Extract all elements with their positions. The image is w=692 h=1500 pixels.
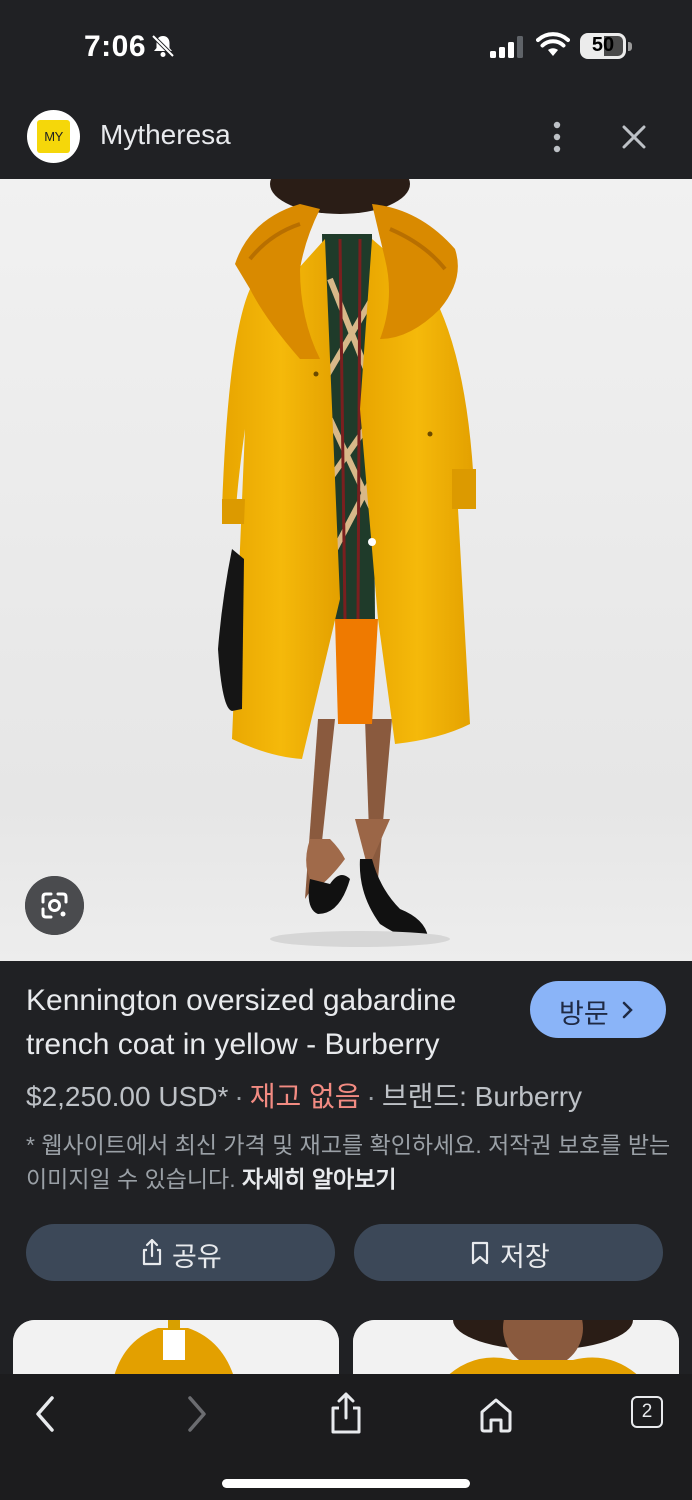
bell-slash-icon [151, 34, 175, 58]
learn-more-link[interactable]: 자세히 알아보기 [242, 1166, 397, 1192]
separator: · [366, 1081, 376, 1112]
site-name[interactable]: Mytheresa [100, 119, 231, 151]
visit-button[interactable]: 방문 [530, 981, 666, 1038]
product-title[interactable]: Kennington oversized gabardine trench co… [26, 979, 516, 1067]
save-button-label: 저장 [500, 1242, 550, 1272]
related-image-2[interactable] [353, 1320, 679, 1380]
chevron-right-icon [622, 1001, 633, 1019]
home-indicator [222, 1479, 470, 1488]
disclaimer: * 웹사이트에서 최신 가격 및 재고를 확인하세요. 저작권 보호를 받는 이… [26, 1128, 671, 1196]
wifi-icon [536, 32, 570, 56]
tabs-icon[interactable]: 2 [631, 1396, 675, 1440]
site-logo-mark: MY [37, 120, 70, 153]
share-icon [142, 1238, 162, 1266]
related-image-1[interactable] [13, 1320, 339, 1380]
browser-toolbar: 2 [0, 1374, 692, 1500]
share-button[interactable]: 공유 [26, 1224, 335, 1281]
share-icon[interactable] [324, 1392, 368, 1436]
product-brand: 브랜드: Burberry [381, 1081, 583, 1112]
visit-button-label: 방문 [559, 999, 609, 1029]
status-bar: 7:06 50 [0, 0, 692, 95]
battery-icon: 50 [580, 33, 632, 59]
stock-status: 재고 없음 [249, 1081, 361, 1112]
home-icon[interactable] [474, 1392, 518, 1436]
tab-count: 2 [631, 1396, 663, 1428]
google-lens-icon[interactable] [25, 876, 84, 935]
cellular-signal-icon [490, 36, 523, 58]
site-logo[interactable]: MY [27, 110, 80, 163]
site-header: MY Mytheresa [0, 95, 692, 179]
forward-icon[interactable] [174, 1392, 218, 1436]
share-button-label: 공유 [172, 1242, 222, 1272]
battery-level: 50 [591, 34, 615, 56]
separator: · [234, 1081, 244, 1112]
price-line: $2,250.00 USD* · 재고 없음 · 브랜드: Burberry [26, 1075, 582, 1115]
bookmark-icon [471, 1241, 489, 1265]
close-icon[interactable] [614, 117, 654, 157]
status-time: 7:06 [84, 30, 147, 63]
save-button[interactable]: 저장 [354, 1224, 663, 1281]
product-price: $2,250.00 USD* [26, 1081, 229, 1112]
more-vertical-icon[interactable] [540, 117, 574, 157]
back-icon[interactable] [24, 1392, 68, 1436]
product-image[interactable] [0, 179, 692, 961]
